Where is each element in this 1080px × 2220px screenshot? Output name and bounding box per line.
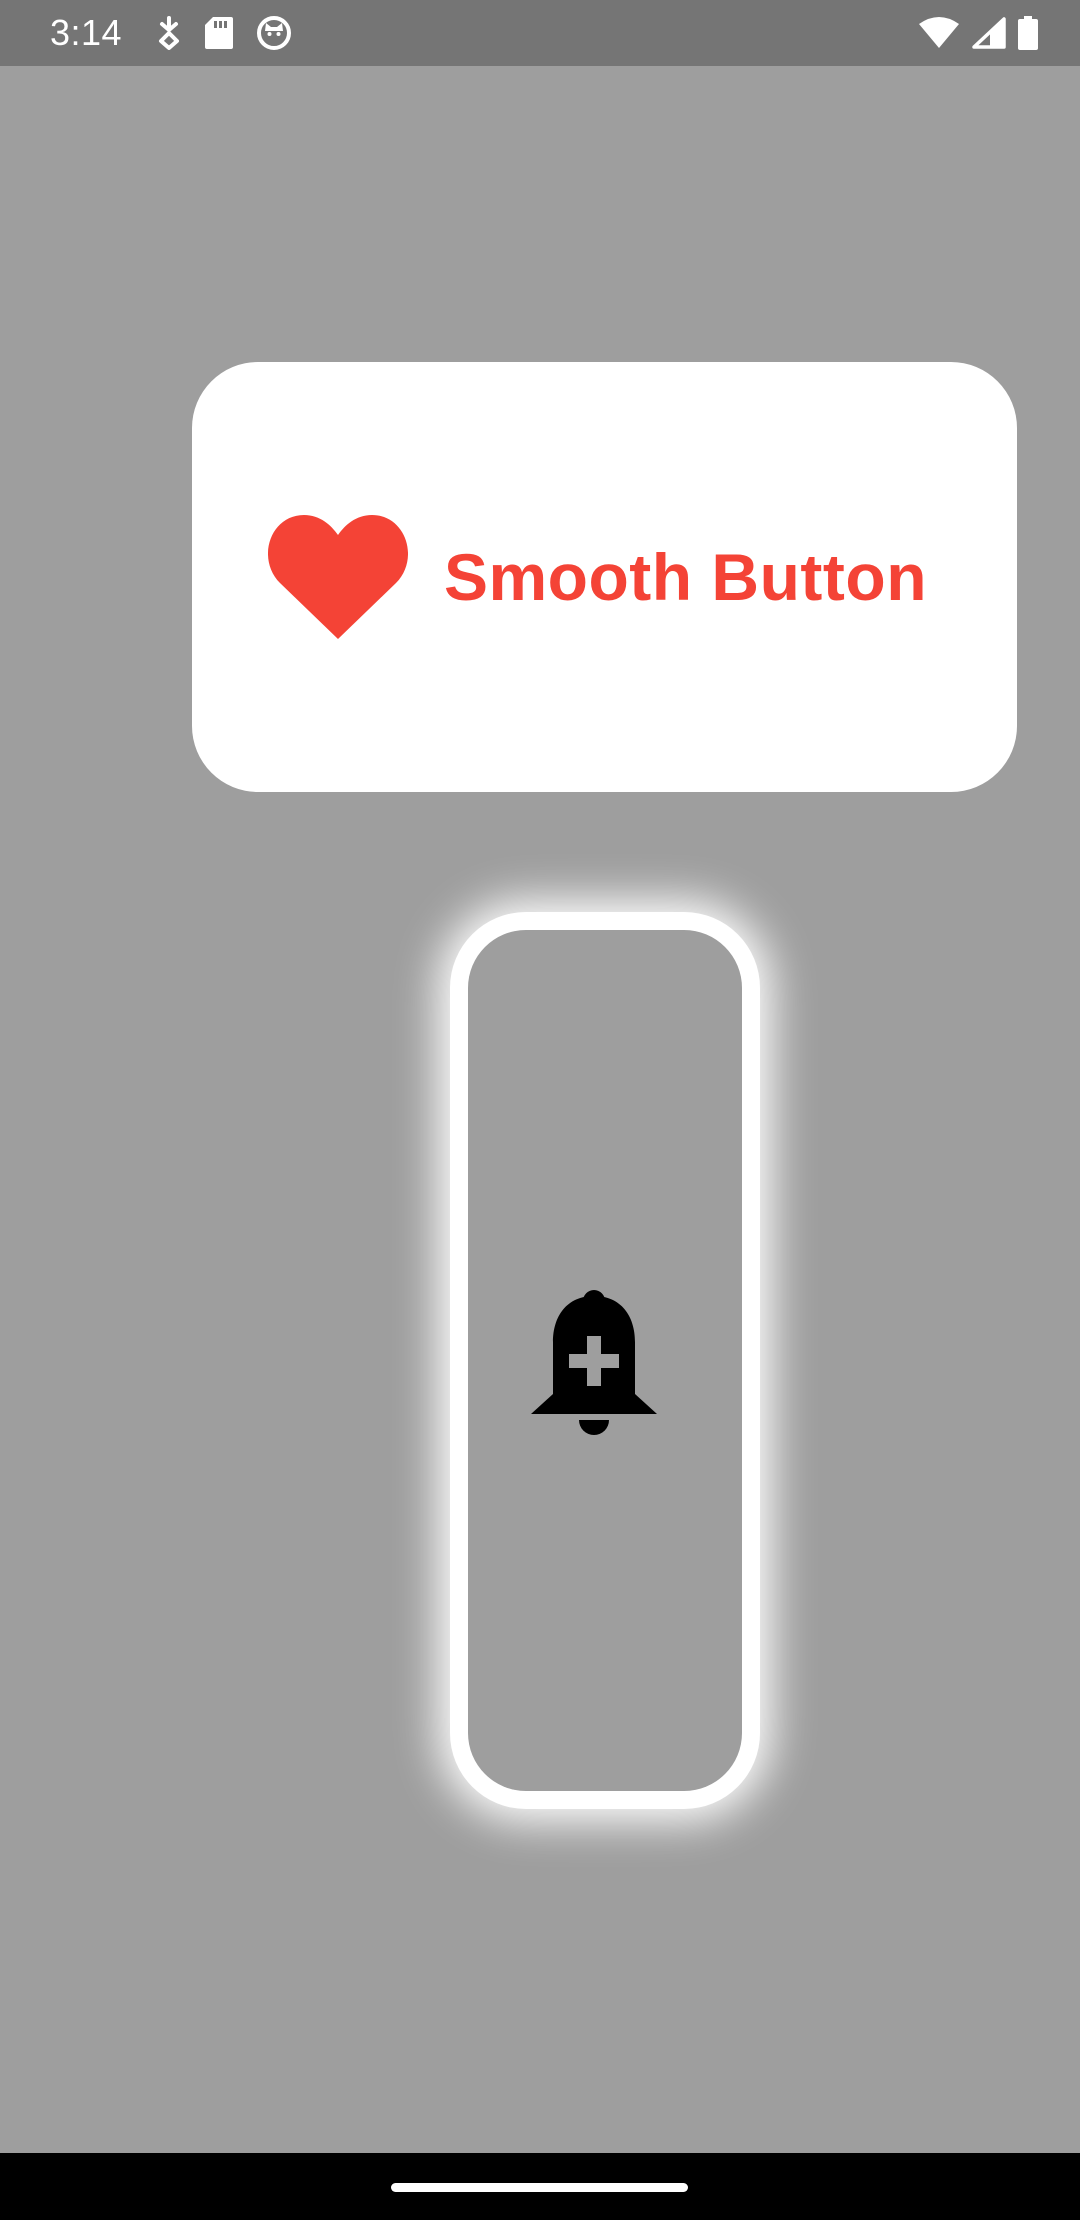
smooth-button-label: Smooth Button bbox=[443, 540, 928, 614]
sd-card-icon bbox=[204, 16, 234, 50]
smooth-button-content: Smooth Button bbox=[267, 513, 928, 641]
status-notification-icons bbox=[156, 14, 292, 52]
heart-icon bbox=[267, 513, 408, 641]
battery-icon bbox=[1018, 16, 1038, 50]
cell-signal-icon bbox=[972, 17, 1006, 49]
wifi-icon bbox=[918, 17, 960, 49]
smooth-button[interactable]: Smooth Button bbox=[192, 362, 1017, 792]
status-time: 3:14 bbox=[50, 12, 123, 53]
app-screen: 3:14 Smooth Button bbox=[0, 0, 1080, 2220]
status-system-icons bbox=[918, 14, 1038, 52]
bell-plus-icon bbox=[531, 1290, 657, 1436]
home-gesture-handle[interactable] bbox=[391, 2183, 688, 2192]
sync-icon bbox=[156, 16, 182, 50]
cat-face-icon bbox=[256, 15, 292, 51]
navigation-bar bbox=[0, 2153, 1080, 2220]
add-alert-button[interactable] bbox=[468, 930, 742, 1791]
status-bar: 3:14 bbox=[0, 0, 1080, 66]
